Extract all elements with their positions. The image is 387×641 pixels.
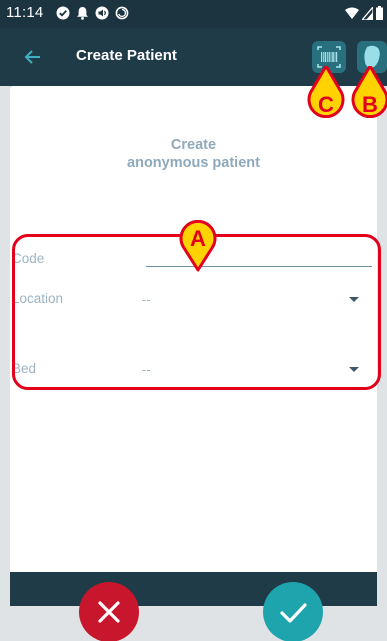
check-icon — [280, 603, 307, 623]
wifi-icon — [345, 7, 359, 19]
app-toolbar: Create Patient — [0, 28, 387, 86]
cancel-button[interactable] — [79, 582, 139, 641]
close-icon — [98, 601, 120, 623]
arrow-left-icon — [24, 50, 40, 64]
location-label: Location — [12, 291, 64, 306]
bed-label: Bed — [12, 361, 37, 376]
notification-bell-icon — [77, 7, 88, 20]
create-patient-card: Create anonymous patient Code Location -… — [10, 86, 377, 572]
form-title: Create anonymous patient — [10, 136, 377, 172]
status-icons-right — [345, 6, 383, 20]
code-input-underline — [146, 266, 372, 267]
location-value: -- — [142, 292, 151, 307]
sync-icon — [115, 6, 129, 20]
check-circle-icon — [56, 6, 70, 20]
page-title: Create Patient — [76, 47, 177, 64]
bed-value: -- — [142, 362, 151, 377]
status-bar: 11:14 — [0, 0, 387, 28]
back-button[interactable] — [22, 46, 44, 68]
code-label: Code — [12, 251, 45, 266]
chevron-down-icon — [349, 367, 359, 372]
code-input[interactable] — [146, 246, 372, 266]
status-time: 11:14 — [6, 4, 44, 21]
chevron-down-icon — [349, 297, 359, 302]
form-title-line1: Create — [170, 137, 217, 153]
nfc-scan-button[interactable] — [357, 41, 387, 73]
signal-icon — [362, 6, 373, 20]
barcode-scan-icon — [317, 46, 341, 68]
app-screen: 11:14 Create Patient Create anonymous pa… — [0, 0, 387, 641]
battery-icon — [376, 6, 383, 20]
bed-select[interactable]: Bed -- — [10, 356, 377, 382]
nfc-tag-icon — [364, 45, 380, 68]
bottom-strip — [0, 606, 387, 641]
confirm-button[interactable] — [263, 582, 323, 641]
barcode-scan-button[interactable] — [312, 41, 346, 73]
location-select[interactable]: Location -- — [10, 286, 377, 312]
form-title-line2: anonymous patient — [127, 155, 260, 171]
volume-icon — [95, 6, 109, 20]
status-icons-left — [56, 6, 129, 20]
